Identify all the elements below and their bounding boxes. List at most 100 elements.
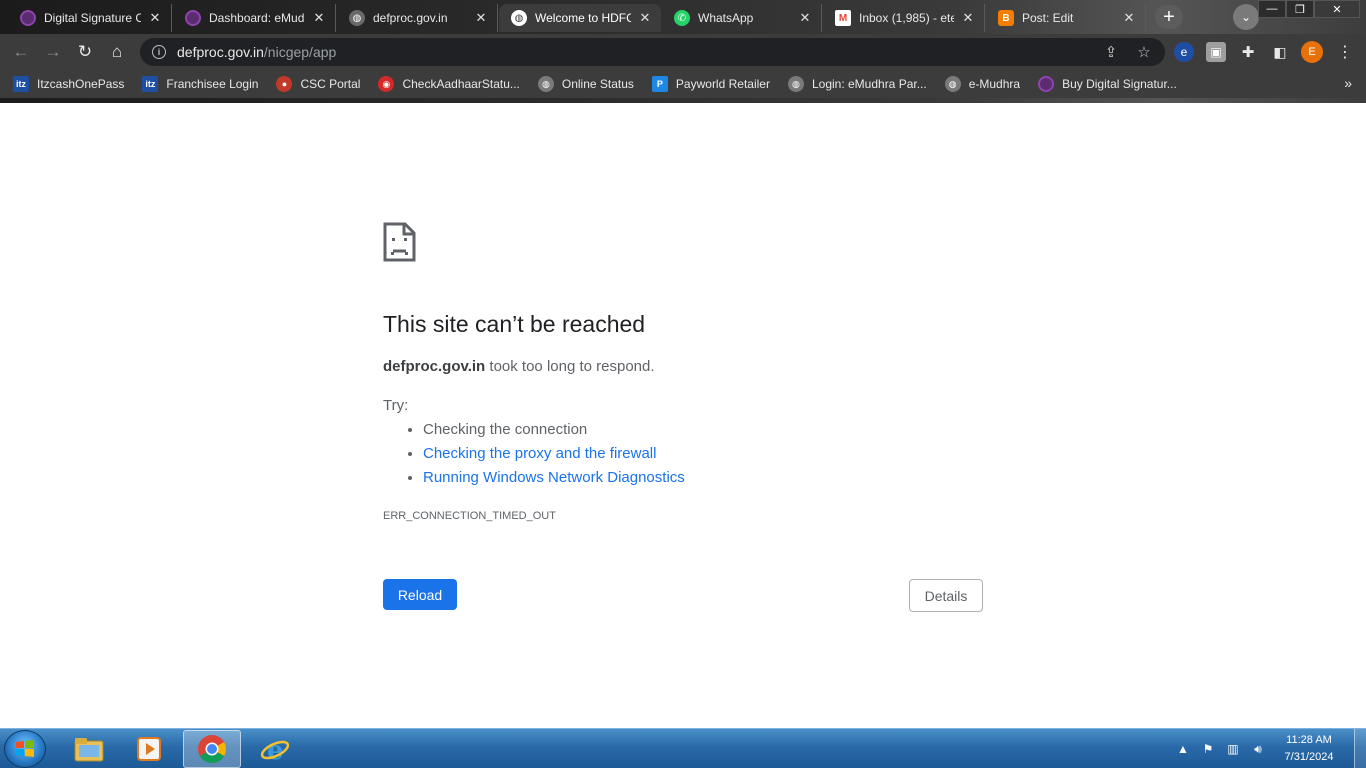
- sad-document-icon: [383, 222, 416, 262]
- suggestion-item: Checking the proxy and the firewall: [423, 445, 685, 469]
- clock-time: 11:28 AM: [1286, 734, 1332, 746]
- home-button[interactable]: ⌂: [104, 39, 130, 65]
- tab-blogger-post[interactable]: B Post: Edit ✕: [986, 4, 1146, 32]
- reload-button[interactable]: Reload: [383, 579, 457, 610]
- emudhra-icon: [185, 10, 201, 26]
- error-page: This site can’t be reached defproc.gov.i…: [0, 103, 1366, 728]
- taskbar-media-player[interactable]: [120, 730, 178, 768]
- media-player-icon: [137, 737, 161, 761]
- globe-icon: ◍: [944, 76, 961, 92]
- address-bar[interactable]: i defproc.gov.in/nicgep/app ⇪ ☆: [140, 38, 1165, 66]
- bookmark-label: Franchisee Login: [166, 77, 259, 91]
- windows-taskbar: e ▲ ⚑ ▥ 🔊︎ 11:28 AM 7/31/2024: [0, 728, 1366, 768]
- tab-digital-signature[interactable]: Digital Signature C ✕: [8, 4, 172, 32]
- url-host: defproc.gov.in: [177, 44, 264, 60]
- show-hidden-icons-icon[interactable]: ▲: [1174, 740, 1192, 758]
- tab-whatsapp[interactable]: ✆ WhatsApp ✕: [662, 4, 822, 32]
- close-icon[interactable]: ✕: [147, 10, 163, 26]
- bookmark-csc-portal[interactable]: ● CSC Portal: [276, 76, 360, 92]
- error-summary: defproc.gov.in took too long to respond.: [383, 358, 655, 375]
- show-desktop-button[interactable]: [1354, 729, 1366, 768]
- bookmark-payworld-retailer[interactable]: P Payworld Retailer: [651, 76, 770, 92]
- side-panel-icon[interactable]: ◧: [1270, 42, 1290, 62]
- start-button[interactable]: [4, 730, 46, 768]
- minimize-button[interactable]: —: [1258, 0, 1286, 18]
- bookmark-itzcash-onepass[interactable]: itz ItzcashOnePass: [13, 76, 124, 92]
- share-icon[interactable]: ⇪: [1100, 42, 1122, 62]
- suggestion-item: Checking the connection: [423, 421, 685, 445]
- internet-explorer-icon: e: [260, 736, 290, 764]
- svg-text:e: e: [267, 736, 284, 764]
- gmail-icon: M: [835, 10, 851, 26]
- windows-logo-icon: [16, 740, 34, 757]
- proxy-firewall-link[interactable]: Checking the proxy and the firewall: [423, 445, 656, 462]
- taskbar-file-explorer[interactable]: [60, 730, 118, 768]
- url-text: defproc.gov.in/nicgep/app: [177, 44, 336, 60]
- restore-button[interactable]: ❐: [1286, 0, 1314, 18]
- system-tray: ▲ ⚑ ▥ 🔊︎ 11:28 AM 7/31/2024: [1174, 729, 1366, 768]
- url-path: /nicgep/app: [263, 44, 337, 60]
- bookmark-login-emudhra[interactable]: ◍ Login: eMudhra Par...: [787, 76, 927, 92]
- aadhaar-icon: ◉: [378, 76, 395, 92]
- close-icon[interactable]: ✕: [311, 10, 327, 26]
- network-icon[interactable]: ▥: [1224, 740, 1242, 758]
- network-diagnostics-link[interactable]: Running Windows Network Diagnostics: [423, 469, 685, 486]
- browser-chrome: Digital Signature C ✕ Dashboard: eMudh ✕…: [0, 0, 1366, 103]
- payworld-icon: P: [651, 76, 668, 92]
- bookmark-label: ItzcashOnePass: [37, 77, 125, 91]
- bookmark-online-status[interactable]: ◍ Online Status: [537, 76, 634, 92]
- site-info-icon[interactable]: i: [152, 45, 166, 59]
- tab-title: defproc.gov.in: [373, 11, 448, 25]
- tab-title: Dashboard: eMudh: [209, 11, 305, 25]
- clock-date: 7/31/2024: [1284, 751, 1334, 763]
- close-icon[interactable]: ✕: [637, 10, 653, 26]
- bookmark-check-aadhaar[interactable]: ◉ CheckAadhaarStatu...: [378, 76, 520, 92]
- suggestion-item: Running Windows Network Diagnostics: [423, 469, 685, 493]
- bookmark-e-mudhra[interactable]: ◍ e-Mudhra: [944, 76, 1021, 92]
- close-icon[interactable]: ✕: [1121, 10, 1137, 26]
- reload-toolbar-button[interactable]: ↻: [72, 39, 98, 65]
- details-button[interactable]: Details: [909, 579, 983, 612]
- globe-icon: ◍: [787, 76, 804, 92]
- tab-defproc[interactable]: ◍ defproc.gov.in ✕: [337, 4, 498, 32]
- tab-welcome-hdfc[interactable]: ◍ Welcome to HDFC ✕: [499, 4, 661, 32]
- bookmarks-overflow-icon[interactable]: »: [1344, 75, 1352, 91]
- action-center-flag-icon[interactable]: ⚑: [1199, 740, 1217, 758]
- tab-search-button[interactable]: ⌄: [1233, 4, 1259, 30]
- tab-title: Digital Signature C: [44, 11, 141, 25]
- clock[interactable]: 11:28 AM 7/31/2024: [1274, 732, 1344, 766]
- chrome-menu-icon[interactable]: ⋮: [1335, 39, 1355, 65]
- error-code: ERR_CONNECTION_TIMED_OUT: [383, 510, 556, 522]
- close-icon[interactable]: ✕: [960, 10, 976, 26]
- bookmark-franchisee-login[interactable]: itz Franchisee Login: [142, 76, 258, 92]
- browser-toolbar: ← → ↻ ⌂ i defproc.gov.in/nicgep/app ⇪ ☆ …: [0, 34, 1366, 70]
- bookmark-star-icon[interactable]: ☆: [1133, 42, 1155, 62]
- suggestions-list: Checking the connection Checking the pro…: [423, 421, 685, 493]
- extension-card-icon[interactable]: ▣: [1206, 42, 1226, 62]
- taskbar-chrome[interactable]: [183, 730, 241, 768]
- new-tab-button[interactable]: +: [1155, 5, 1183, 29]
- tab-strip: Digital Signature C ✕ Dashboard: eMudh ✕…: [0, 0, 1366, 34]
- whatsapp-icon: ✆: [674, 10, 690, 26]
- window-close-button[interactable]: ✕: [1314, 0, 1360, 18]
- bookmark-label: e-Mudhra: [968, 77, 1021, 91]
- forward-button[interactable]: →: [40, 39, 66, 65]
- tab-title: WhatsApp: [698, 11, 754, 25]
- bookmark-buy-digital-signature[interactable]: Buy Digital Signatur...: [1038, 76, 1177, 92]
- close-icon[interactable]: ✕: [797, 10, 813, 26]
- taskbar-internet-explorer[interactable]: e: [246, 730, 304, 768]
- globe-icon: ◍: [537, 76, 554, 92]
- profile-avatar[interactable]: E: [1301, 41, 1323, 63]
- volume-icon[interactable]: 🔊︎: [1249, 740, 1267, 758]
- bookmark-label: Payworld Retailer: [675, 77, 770, 91]
- suggestion-text: Checking the connection: [423, 421, 588, 438]
- back-button[interactable]: ←: [8, 39, 34, 65]
- tab-gmail-inbox[interactable]: M Inbox (1,985) - ete ✕: [823, 4, 985, 32]
- blogger-icon: B: [998, 10, 1014, 26]
- emudhra-icon: [1038, 76, 1055, 92]
- tab-dashboard-emudhra[interactable]: Dashboard: eMudh ✕: [173, 4, 336, 32]
- extension-e-icon[interactable]: e: [1174, 42, 1194, 62]
- close-icon[interactable]: ✕: [473, 10, 489, 26]
- window-controls: — ❐ ✕: [1258, 0, 1360, 18]
- extensions-puzzle-icon[interactable]: ✚: [1238, 42, 1258, 62]
